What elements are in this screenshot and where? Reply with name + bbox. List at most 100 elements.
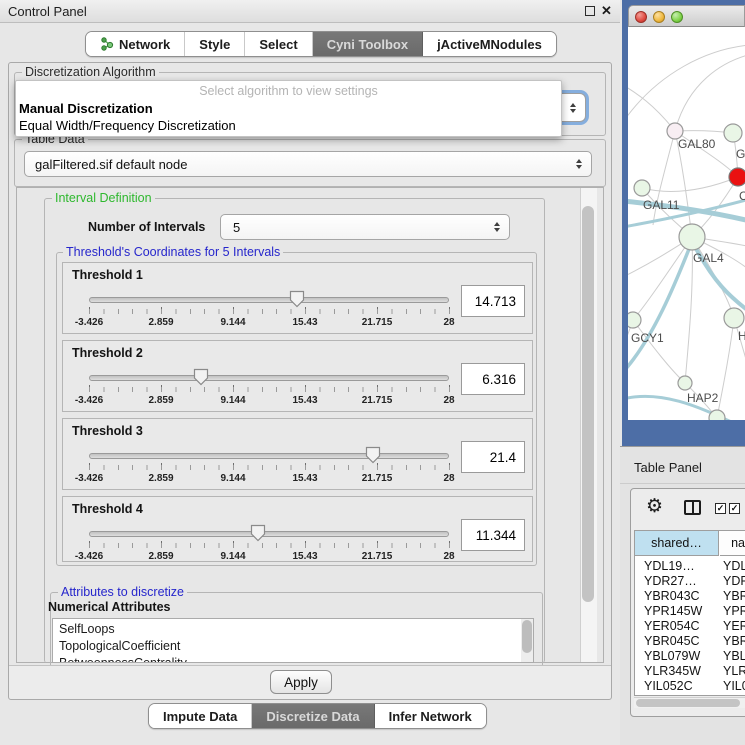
float-window-icon[interactable] xyxy=(585,6,595,16)
threshold-2-panel: Threshold 2 -3.4262.8599.14415.4321.7152… xyxy=(62,340,533,412)
cyni-mode-tabbar: Impute Data Discretize Data Infer Networ… xyxy=(148,703,487,729)
dropdown-item-manual-discretization[interactable]: Manual Discretization xyxy=(19,101,153,116)
slider-minor-ticks xyxy=(89,309,450,314)
list-item[interactable]: SelfLoops xyxy=(59,622,115,636)
settings-scrollbar-thumb[interactable] xyxy=(582,206,594,602)
slider-minor-ticks xyxy=(89,387,450,392)
node-label: GA xyxy=(736,147,745,161)
network-node-gcy1[interactable] xyxy=(628,312,641,328)
node-label: GCY1 xyxy=(631,331,664,345)
tab-discretize-data[interactable]: Discretize Data xyxy=(252,704,374,728)
tab-jactivemnodules[interactable]: jActiveMNodules xyxy=(423,32,556,56)
number-of-intervals-combobox[interactable]: 5 xyxy=(220,214,510,240)
network-canvas[interactable]: GAL80 GA C GAL11 GAL4 H GCY1 HAP2 xyxy=(628,27,745,420)
combo-stepper-icon xyxy=(570,103,576,113)
discretization-algorithm-title: Discretization Algorithm xyxy=(22,65,159,79)
tab-select[interactable]: Select xyxy=(245,32,312,56)
tab-discretize-data-label: Discretize Data xyxy=(266,709,359,724)
combo-stepper-icon xyxy=(576,159,582,169)
algorithm-dropdown-hint: Select algorithm to view settings xyxy=(15,84,562,98)
tab-infer-network[interactable]: Infer Network xyxy=(375,704,486,728)
table-row[interactable]: YLR345WYLR3 xyxy=(635,664,745,679)
dropdown-item-equal-width-frequency[interactable]: Equal Width/Frequency Discretization xyxy=(19,118,236,133)
divider xyxy=(620,483,745,484)
numerical-attributes-list[interactable]: SelfLoops TopologicalCoefficient Between… xyxy=(52,618,534,663)
tab-cyni-toolbox-label: Cyni Toolbox xyxy=(327,37,408,52)
list-item[interactable]: TopologicalCoefficient xyxy=(59,639,180,653)
network-node[interactable] xyxy=(724,124,742,142)
table-row[interactable]: YDR27…YDR2 xyxy=(635,574,745,589)
table-row[interactable]: YPR145WYPR1 xyxy=(635,604,745,619)
node-label: GAL80 xyxy=(678,137,715,151)
slider-scale-labels: -3.4262.8599.14415.4321.71528 xyxy=(89,551,449,564)
combo-stepper-icon xyxy=(494,222,500,232)
network-node-gal11[interactable] xyxy=(634,180,650,196)
thresholds-group-title: Threshold's Coordinates for 5 Intervals xyxy=(63,245,283,259)
control-panel-titlebar[interactable] xyxy=(0,0,620,23)
threshold-2-value-field[interactable]: 6.316 xyxy=(461,363,525,395)
tab-style-label: Style xyxy=(199,37,230,52)
threshold-3-slider-track[interactable] xyxy=(89,453,449,459)
network-icon xyxy=(100,37,114,51)
tab-network[interactable]: Network xyxy=(86,32,185,56)
threshold-1-slider-track[interactable] xyxy=(89,297,449,303)
threshold-3-value-field[interactable]: 21.4 xyxy=(461,441,525,473)
threshold-4-panel: Threshold 4 -3.4262.8599.14415.4321.7152… xyxy=(62,496,533,562)
list-item[interactable]: BetweennessCentrality xyxy=(59,656,187,663)
threshold-4-slider-thumb[interactable] xyxy=(250,524,266,542)
network-node[interactable] xyxy=(709,410,725,420)
slider-scale-labels: -3.4262.8599.14415.4321.71528 xyxy=(89,473,449,486)
network-node-gal4[interactable] xyxy=(679,224,705,250)
tab-style[interactable]: Style xyxy=(185,32,245,56)
zoom-traffic-light-icon[interactable] xyxy=(671,11,683,23)
slider-minor-ticks xyxy=(89,543,450,548)
network-node[interactable] xyxy=(724,308,744,328)
table-row[interactable]: YBR043CYBR0 xyxy=(635,589,745,604)
slider-scale-labels: -3.4262.8599.14415.4321.71528 xyxy=(89,395,449,408)
gear-icon[interactable]: ⚙ xyxy=(646,495,663,517)
threshold-2-slider-track[interactable] xyxy=(89,375,449,381)
node-label: GAL11 xyxy=(643,198,679,212)
threshold-3-panel: Threshold 3 -3.4262.8599.14415.4321.7152… xyxy=(62,418,533,490)
control-panel-title: Control Panel xyxy=(8,4,87,19)
network-node-hap2[interactable] xyxy=(678,376,692,390)
attributes-scrollbar-thumb[interactable] xyxy=(522,620,532,653)
close-icon[interactable]: ✕ xyxy=(601,3,612,19)
table-horizontal-scrollbar-thumb[interactable] xyxy=(636,699,740,707)
number-of-intervals-label: Number of Intervals xyxy=(88,220,205,234)
tab-network-label: Network xyxy=(119,37,170,52)
table-row[interactable]: YBL079WYBL0 xyxy=(635,649,745,664)
slider-minor-ticks xyxy=(89,465,450,470)
network-node-selected[interactable] xyxy=(729,168,745,186)
threshold-2-slider-thumb[interactable] xyxy=(193,368,209,386)
table-row[interactable]: YDL19…YDL1 xyxy=(635,559,745,574)
close-traffic-light-icon[interactable] xyxy=(635,11,647,23)
threshold-3-slider-thumb[interactable] xyxy=(365,446,381,464)
interval-definition-title: Interval Definition xyxy=(52,191,155,205)
screenshot-root: Control Panel ✕ Network Style Select Cyn… xyxy=(0,0,745,745)
table-row[interactable]: YER054CYER0 xyxy=(635,619,745,634)
threshold-4-value-field[interactable]: 11.344 xyxy=(461,519,525,551)
tab-impute-data[interactable]: Impute Data xyxy=(149,704,252,728)
control-panel-tabbar: Network Style Select Cyni Toolbox jActiv… xyxy=(85,31,557,57)
threshold-1-value-field[interactable]: 14.713 xyxy=(461,285,525,317)
threshold-1-slider-thumb[interactable] xyxy=(289,290,305,308)
column-header-name[interactable]: na xyxy=(720,531,745,556)
column-header-shared-name[interactable]: shared… xyxy=(635,531,719,556)
table-data-combobox[interactable]: galFiltered.sif default node xyxy=(24,151,592,177)
apply-button[interactable]: Apply xyxy=(270,670,332,694)
threshold-4-slider-track[interactable] xyxy=(89,531,449,537)
node-table: shared… na YDL19…YDL1 YDR27…YDR2 YBR043C… xyxy=(634,530,745,696)
node-label: H xyxy=(738,329,745,343)
tab-jactivemnodules-label: jActiveMNodules xyxy=(437,37,542,52)
control-panel-window: Control Panel ✕ Network Style Select Cyn… xyxy=(0,0,620,745)
checkbox-icon[interactable]: ✓ xyxy=(715,503,726,514)
tab-cyni-toolbox[interactable]: Cyni Toolbox xyxy=(313,32,423,56)
split-view-icon[interactable] xyxy=(684,500,701,515)
node-label: C xyxy=(739,189,745,203)
checkbox-icon[interactable]: ✓ xyxy=(729,503,740,514)
node-label: HAP2 xyxy=(687,391,718,405)
table-row[interactable]: YIL052CYIL0 xyxy=(635,679,745,694)
minimize-traffic-light-icon[interactable] xyxy=(653,11,665,23)
table-row[interactable]: YBR045CYBR0 xyxy=(635,634,745,649)
